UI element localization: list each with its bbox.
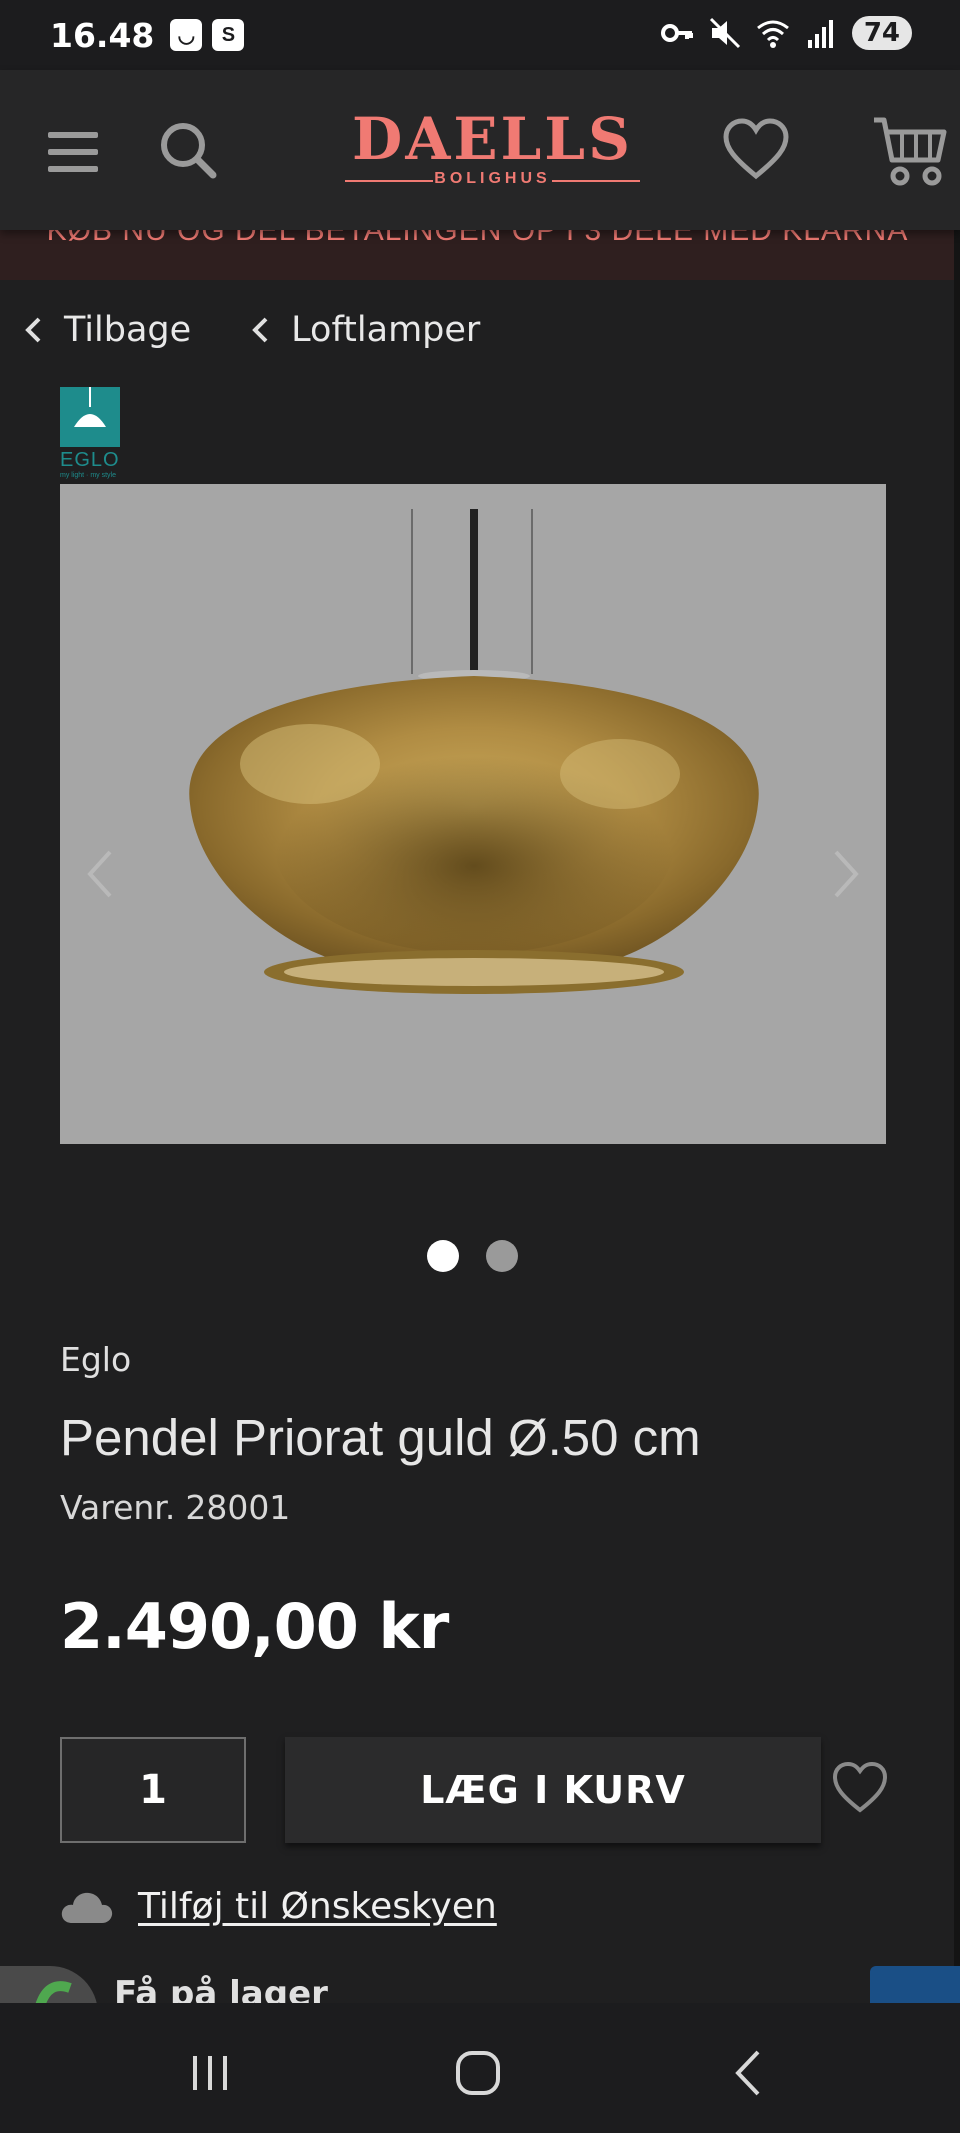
truck-icon bbox=[35, 1981, 72, 2006]
search-icon[interactable] bbox=[158, 120, 218, 180]
stock-status-row: Få på lager bbox=[0, 1966, 960, 2006]
product-image bbox=[189, 509, 759, 994]
brand-lamp-icon bbox=[60, 387, 120, 447]
product-sku: Varenr. 28001 bbox=[60, 1488, 290, 1527]
product-title: Pendel Priorat guld Ø.50 cm bbox=[60, 1409, 701, 1466]
signal-icon bbox=[804, 16, 838, 50]
category-link-label: Loftlamper bbox=[291, 310, 481, 350]
back-link[interactable]: Tilbage bbox=[24, 310, 191, 350]
cart-icon[interactable] bbox=[872, 114, 948, 190]
notification-icons: ◡ S bbox=[170, 19, 245, 51]
system-icons: 74 bbox=[660, 16, 912, 50]
breadcrumb: Tilbage Loftlamper bbox=[24, 310, 480, 350]
back-button[interactable] bbox=[718, 2043, 778, 2103]
battery-indicator: 74 bbox=[851, 16, 912, 50]
logo-subtitle: BOLIGHUS bbox=[345, 170, 640, 188]
gallery-dot-2[interactable] bbox=[486, 1240, 518, 1272]
page-scrollbar[interactable] bbox=[954, 230, 960, 2010]
mute-icon bbox=[708, 16, 742, 50]
stock-status-text: Få på lager bbox=[114, 1974, 328, 2006]
gallery-dot-1[interactable] bbox=[427, 1240, 459, 1272]
brand-logo-tagline: my light · my style bbox=[60, 472, 117, 479]
gallery-pagination bbox=[427, 1240, 518, 1272]
brand-logo[interactable]: EGLO my light · my style bbox=[60, 387, 120, 481]
status-bar: 16.48 ◡ S 74 bbox=[0, 0, 960, 70]
system-navigation-bar bbox=[0, 2003, 960, 2133]
chat-widget-button[interactable] bbox=[870, 1966, 960, 2006]
shopping-bag-notification-icon: ◡ bbox=[170, 19, 203, 51]
chevron-left-icon bbox=[252, 317, 268, 343]
product-image-gallery[interactable] bbox=[60, 484, 886, 1144]
cloud-icon bbox=[61, 1892, 113, 1923]
product-price: 2.490,00 kr bbox=[60, 1590, 449, 1663]
site-header: DAELLS BOLIGHUS bbox=[0, 70, 960, 230]
gallery-next-icon[interactable] bbox=[826, 844, 866, 904]
wifi-icon bbox=[756, 16, 790, 50]
vpn-key-icon bbox=[660, 16, 694, 50]
recent-apps-button[interactable] bbox=[180, 2043, 240, 2103]
wishcloud-link-label: Tilføj til Ønskeskyen bbox=[138, 1886, 497, 1927]
brand-logo-word: EGLO bbox=[60, 449, 120, 471]
category-link[interactable]: Loftlamper bbox=[251, 310, 480, 350]
wishlist-heart-icon[interactable] bbox=[832, 1760, 888, 1816]
back-arrow-icon bbox=[735, 2050, 760, 2096]
sku-value: 28001 bbox=[185, 1488, 291, 1527]
stock-badge bbox=[0, 1966, 98, 2006]
product-brand[interactable]: Eglo bbox=[60, 1340, 131, 1379]
menu-icon[interactable] bbox=[48, 132, 98, 172]
status-time: 16.48 bbox=[50, 15, 155, 55]
quantity-input[interactable]: 1 bbox=[60, 1737, 246, 1843]
app-s-notification-icon: S bbox=[212, 19, 245, 51]
logo-wordmark: DAELLS bbox=[352, 105, 633, 173]
site-logo[interactable]: DAELLS BOLIGHUS bbox=[345, 110, 640, 190]
sku-label: Varenr. bbox=[60, 1488, 176, 1527]
add-to-cart-button[interactable]: LÆG I KURV bbox=[285, 1737, 821, 1843]
home-button[interactable] bbox=[448, 2043, 508, 2103]
chevron-left-icon bbox=[25, 317, 41, 343]
back-link-label: Tilbage bbox=[64, 310, 192, 350]
recent-apps-icon bbox=[193, 2056, 227, 2090]
home-icon bbox=[456, 2051, 500, 2095]
gallery-prev-icon[interactable] bbox=[80, 844, 120, 904]
favorites-heart-icon[interactable] bbox=[722, 116, 790, 184]
wishcloud-link[interactable]: Tilføj til Ønskeskyen bbox=[60, 1886, 497, 1927]
